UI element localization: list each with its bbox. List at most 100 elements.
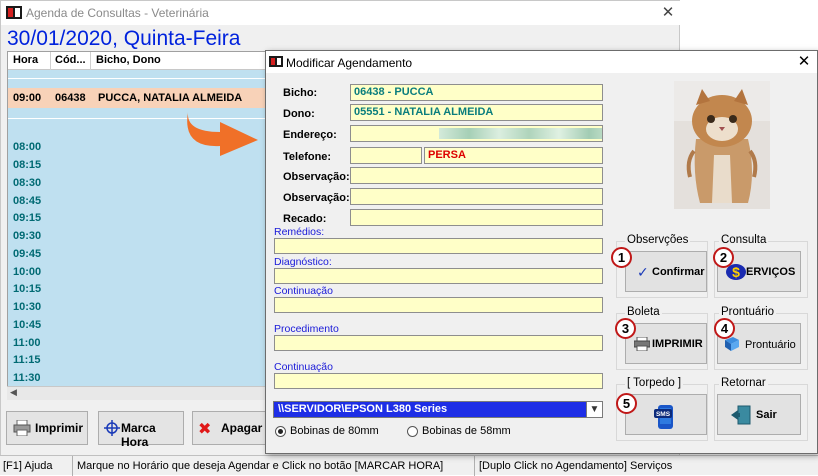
main-window-title: Agenda de Consultas - Veterinária — [26, 6, 209, 20]
printer-icon — [13, 420, 31, 436]
appointment-hora: 09:00 — [13, 92, 42, 104]
sair-label: Sair — [756, 409, 777, 421]
diagnostico-field[interactable] — [274, 268, 603, 284]
time-slot[interactable]: 09:30 — [13, 230, 41, 242]
statusbar: [F1] Ajuda Marque no Horário que deseja … — [0, 455, 818, 476]
time-slot[interactable]: 08:45 — [13, 195, 41, 207]
exit-door-icon — [731, 405, 751, 425]
label-observacao-2: Observação: — [283, 192, 350, 204]
dialog-titlebar: Modificar Agendamento ✕ — [266, 51, 817, 73]
sms-label: SMS — [656, 411, 671, 418]
continuacao-1-field[interactable] — [274, 297, 603, 313]
servicos-label: ERVIÇOS — [746, 266, 796, 278]
printer-select[interactable]: \\SERVIDOR\EPSON L380 Series — [273, 401, 603, 418]
col-hora[interactable]: Hora — [13, 54, 38, 66]
observacao-1-field[interactable] — [350, 167, 603, 184]
confirmar-label: Confirmar — [652, 266, 705, 278]
chevron-down-icon[interactable]: ▼ — [586, 401, 603, 418]
sms-phone-icon: SMS — [654, 405, 673, 429]
time-slot[interactable]: 11:15 — [13, 354, 41, 366]
bobina-80-label: Bobinas de 80mm — [290, 425, 379, 437]
badge-2: 2 — [713, 247, 734, 268]
remedios-field[interactable] — [274, 238, 603, 254]
telefone-field[interactable] — [350, 147, 422, 164]
main-close-button[interactable]: ✕ — [657, 3, 679, 23]
marca-hora-button[interactable]: Marca Hora — [98, 411, 184, 449]
group-torpedo-label: [ Torpedo ] — [625, 377, 684, 389]
endereco-field[interactable] — [350, 125, 603, 142]
apagar-label: Apagar — [221, 421, 263, 435]
printer-icon — [634, 337, 650, 351]
imprimir-button[interactable]: IMPRIMIR — [625, 323, 707, 364]
imprimir-main-button[interactable]: Imprimir — [6, 411, 88, 445]
confirmar-button[interactable]: ✓ Confirmar — [625, 251, 707, 292]
time-slot[interactable]: 08:15 — [13, 159, 41, 171]
time-slot[interactable]: 09:15 — [13, 212, 41, 224]
bicho-field[interactable]: 06438 - PUCCA — [350, 84, 603, 101]
badge-3: 3 — [615, 318, 636, 339]
check-icon: ✓ — [637, 264, 649, 280]
cat-photo-icon — [674, 81, 770, 209]
label-observacao-1: Observação: — [283, 171, 350, 183]
prontuario-label: Prontuário — [745, 339, 796, 351]
group-observacoes-label: Observções — [625, 234, 691, 246]
group-retornar-label: Retornar — [719, 377, 768, 389]
label-continuacao-1: Continuação — [274, 285, 333, 297]
marca-hora-label: Marca Hora — [121, 421, 156, 449]
badge-1: 1 — [611, 247, 632, 268]
observacao-2-field[interactable] — [350, 188, 603, 205]
crosshair-icon — [104, 420, 120, 436]
pet-photo — [674, 81, 770, 209]
time-slot[interactable]: 08:00 — [13, 141, 41, 153]
dono-field[interactable]: 05551 - NATALIA ALMEIDA — [350, 104, 603, 121]
bobina-80-radio[interactable] — [275, 426, 286, 437]
status-hint: Marque no Horário que deseja Agendar e C… — [77, 460, 444, 472]
label-procedimento: Procedimento — [274, 323, 339, 335]
main-titlebar: Agenda de Consultas - Veterinária ✕ — [1, 1, 681, 25]
col-bicho-dono[interactable]: Bicho, Dono — [96, 54, 161, 66]
sms-button[interactable]: SMS — [625, 394, 707, 435]
time-slot[interactable]: 09:45 — [13, 248, 41, 260]
modificar-agendamento-dialog: Modificar Agendamento ✕ Bicho: Dono: End… — [265, 50, 818, 454]
label-remedios: Remédios: — [274, 226, 325, 238]
dialog-close-button[interactable]: ✕ — [794, 53, 814, 71]
label-endereco: Endereço: — [283, 129, 337, 141]
raca-field[interactable]: PERSA — [424, 147, 603, 164]
time-slot[interactable]: 10:30 — [13, 301, 41, 313]
dialog-logo-icon — [269, 56, 283, 67]
procedimento-field[interactable] — [274, 335, 603, 351]
svg-text:$: $ — [732, 264, 740, 280]
blurred-address — [439, 128, 602, 139]
status-help: [F1] Ajuda — [3, 460, 53, 472]
label-telefone: Telefone: — [283, 151, 332, 163]
time-slot[interactable]: 08:30 — [13, 177, 41, 189]
time-slot[interactable]: 10:45 — [13, 319, 41, 331]
apagar-button[interactable]: ✖ Apagar — [192, 411, 267, 445]
app-logo-icon — [6, 6, 22, 19]
time-slot[interactable]: 11:00 — [13, 337, 41, 349]
label-bicho: Bicho: — [283, 87, 318, 99]
time-slot[interactable]: 11:30 — [13, 372, 41, 384]
label-diagnostico: Diagnóstico: — [274, 256, 332, 268]
dialog-title: Modificar Agendamento — [286, 56, 413, 70]
time-slot[interactable]: 10:00 — [13, 266, 41, 278]
group-consulta-label: Consulta — [719, 234, 769, 246]
badge-4: 4 — [714, 318, 735, 339]
label-continuacao-2: Continuação — [274, 361, 333, 373]
bobina-58-radio[interactable] — [407, 426, 418, 437]
group-boleta-label: Boleta — [625, 306, 662, 318]
sair-button[interactable]: Sair — [717, 394, 801, 435]
col-codigo[interactable]: Cód... — [55, 54, 86, 66]
continuacao-2-field[interactable] — [274, 373, 603, 389]
appointment-codigo: 06438 — [55, 92, 86, 104]
status-services: [Duplo Click no Agendamento] Serviços — [479, 460, 673, 472]
scroll-left-icon[interactable]: ◀ — [10, 387, 17, 398]
recado-field[interactable] — [350, 209, 603, 226]
imprimir-label: IMPRIMIR — [652, 338, 703, 350]
appointment-bicho-dono: PUCCA, NATALIA ALMEIDA — [98, 92, 243, 104]
date-header: 30/01/2020, Quinta-Feira — [7, 27, 241, 50]
badge-5: 5 — [616, 393, 637, 414]
time-slot[interactable]: 10:15 — [13, 283, 41, 295]
arrow-annotation-icon — [187, 112, 258, 156]
imprimir-main-label: Imprimir — [35, 421, 84, 435]
